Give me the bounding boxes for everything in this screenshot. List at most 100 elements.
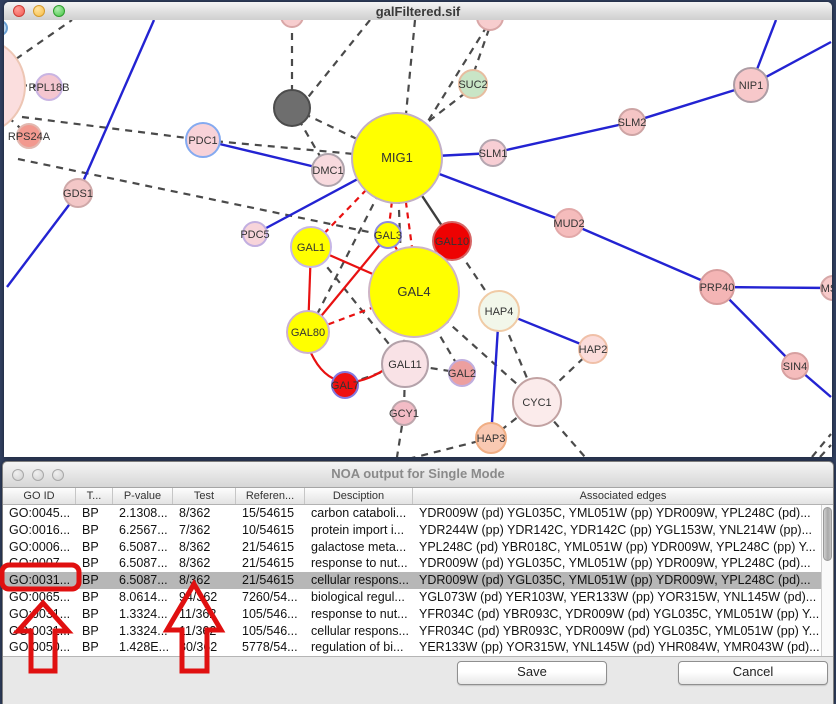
cell-description: cellular respons... [305,572,413,589]
cell-type: BP [76,572,113,589]
cell-type: BP [76,639,113,656]
cell-edges: YGL073W (pd) YER103W, YER133W (pp) YOR31… [413,589,833,606]
graph-edge-pp[interactable] [493,122,632,153]
cell-type: BP [76,555,113,572]
table-row[interactable]: GO:0065...BP8.0614...94/3627260/54...bio… [3,589,833,606]
node-label-GCY1: GCY1 [389,408,419,420]
graph-edge-dash[interactable] [429,94,464,121]
cell-p_value: 1.3324... [113,606,173,623]
node-gray-node[interactable] [274,90,310,126]
cell-p_value: 6.5087... [113,555,173,572]
noa-window-titlebar[interactable]: NOA output for Single Mode [3,462,833,488]
cell-reference: 21/54615 [236,555,305,572]
cell-go_id: GO:0050... [3,639,76,656]
cell-reference: 105/546... [236,606,305,623]
table-row[interactable]: GO:0050...BP1.428E...80/3625778/54...reg… [3,639,833,656]
cell-p_value: 8.0614... [113,589,173,606]
table-row[interactable]: GO:0031...BP1.3324...11/362105/546...res… [3,606,833,623]
node-label-GAL4: GAL4 [397,284,430,299]
graph-edge-pp[interactable] [7,193,78,287]
column-header-type[interactable]: T... [76,488,113,504]
column-header-description[interactable]: Desciption [305,488,413,504]
node-big-pink-node[interactable] [4,38,25,134]
cell-reference: 105/546... [236,623,305,640]
node-label-GAL2: GAL2 [448,368,476,380]
cell-go_id: GO:0031... [3,606,76,623]
table-row[interactable]: GO:0031...BP6.5087...8/36221/54615cellul… [3,572,833,589]
graph-edge-pp[interactable] [78,20,154,193]
cell-edges: YDR244W (pp) YDR142C, YDR142C (pp) YGL15… [413,522,833,539]
cell-edges: YDR009W (pd) YGL035C, YML051W (pp) YDR00… [413,572,833,589]
node-blue-sliver-node[interactable] [4,21,7,35]
node-label-SLM1: SLM1 [479,148,508,160]
cell-type: BP [76,539,113,556]
cell-type: BP [76,589,113,606]
table-row[interactable]: GO:0045...BP2.1308...8/36215/54615carbon… [3,505,833,522]
cell-description: response to nut... [305,555,413,572]
node-label-DMC1: DMC1 [312,165,343,177]
noa-window-title: NOA output for Single Mode [3,466,833,481]
graph-edge-dash[interactable] [406,20,415,114]
cell-description: protein import i... [305,522,413,539]
cell-edges: YDR009W (pd) YGL035C, YML051W (pp) YDR00… [413,505,833,522]
cell-edges: YDR009W (pd) YGL035C, YML051W (pp) YDR00… [413,555,833,572]
column-header-test[interactable]: Test [173,488,236,504]
cell-reference: 10/54615 [236,522,305,539]
table-row[interactable]: GO:0006...BP6.5087...8/36221/54615galact… [3,539,833,556]
scrollbar-thumb[interactable] [823,507,832,561]
results-table-header: GO IDT...P-valueTestReferen...Desciption… [3,488,833,505]
cell-description: response to nut... [305,606,413,623]
column-header-p_value[interactable]: P-value [113,488,173,504]
graph-edge-pp[interactable] [632,85,751,122]
column-header-go_id[interactable]: GO ID [3,488,76,504]
vertical-scrollbar[interactable] [821,505,833,656]
node-label-GAL11: GAL11 [388,359,421,371]
cell-go_id: GO:0006... [3,539,76,556]
node-label-SIN4: SIN4 [783,361,807,373]
graph-edge-dash[interactable] [474,29,489,72]
cell-p_value: 1.428E... [113,639,173,656]
cell-p_value: 2.1308... [113,505,173,522]
node-top-node-b[interactable] [477,20,503,30]
column-header-edges[interactable]: Associated edges [413,488,833,504]
graph-edge-dash[interactable] [812,434,831,457]
cell-reference: 7260/54... [236,589,305,606]
node-label-CYC1: CYC1 [522,397,551,409]
graph-window-titlebar[interactable]: galFiltered.sif [4,2,832,21]
graph-edge-dash[interactable] [305,20,370,101]
network-canvas[interactable]: RPL18BRPS24AGDS1PDC1PDC5MIG1DMC1SUC2SLM1… [4,20,832,457]
node-label-MSN: MSN [821,283,832,295]
graph-edge-pp[interactable] [569,223,717,287]
node-label-MUD2: MUD2 [553,218,584,230]
cell-go_id: GO:0065... [3,589,76,606]
node-label-HAP2: HAP2 [579,344,608,356]
cell-p_value: 6.5087... [113,539,173,556]
cell-edges: YFR034C (pd) YBR093C, YDR009W (pd) YGL03… [413,606,833,623]
node-label-HAP3: HAP3 [477,433,506,445]
cancel-button[interactable]: Cancel [678,661,828,685]
cell-test: 8/362 [173,539,236,556]
column-header-reference[interactable]: Referen... [236,488,305,504]
cell-description: galactose meta... [305,539,413,556]
cell-description: carbon cataboli... [305,505,413,522]
cell-description: regulation of bi... [305,639,413,656]
node-label-GAL80: GAL80 [291,327,325,339]
save-button[interactable]: Save [457,661,607,685]
table-row[interactable]: GO:0007...BP6.5087...8/36221/54615respon… [3,555,833,572]
table-row[interactable]: GO:0031...BP1.3324...11/362105/546...cel… [3,623,833,640]
graph-edge-pp[interactable] [203,140,328,170]
node-top-node-a[interactable] [281,20,303,27]
table-row[interactable]: GO:0016...BP6.2567...7/36210/54615protei… [3,522,833,539]
cell-go_id: GO:0016... [3,522,76,539]
cell-description: cellular respons... [305,623,413,640]
node-label-GAL7: GAL7 [331,380,359,392]
cell-edges: YFR034C (pd) YBR093C, YDR009W (pd) YGL03… [413,623,833,640]
node-label-GAL3: GAL3 [374,230,402,242]
network-graph: RPL18BRPS24AGDS1PDC1PDC5MIG1DMC1SUC2SLM1… [4,20,832,457]
cell-test: 8/362 [173,505,236,522]
graph-window-title: galFiltered.sif [4,3,832,20]
node-label-SUC2: SUC2 [458,79,487,91]
cell-type: BP [76,522,113,539]
graph-edge-dash[interactable] [16,20,72,59]
cell-test: 7/362 [173,522,236,539]
